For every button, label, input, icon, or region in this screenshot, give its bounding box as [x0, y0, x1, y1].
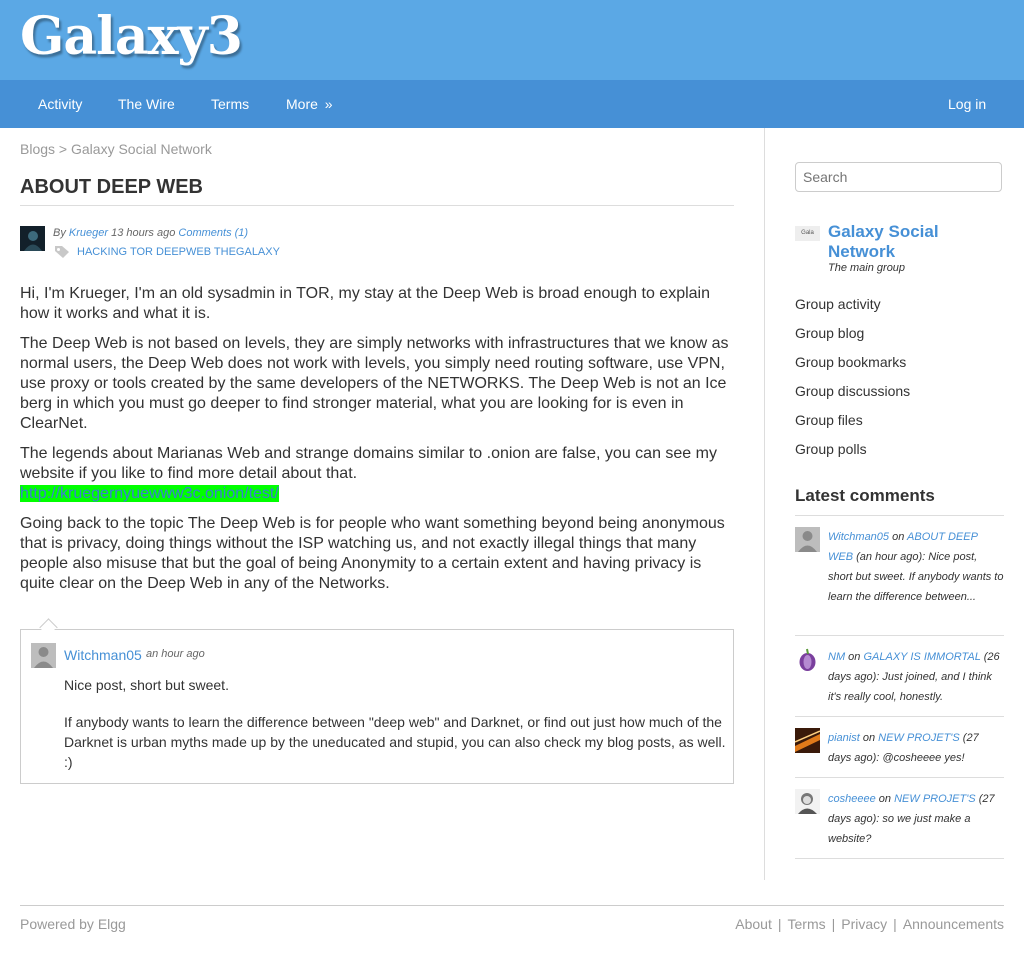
post-author-link[interactable]: Krueger: [69, 227, 108, 239]
post-body: Hi, I'm Krueger, I'm an old sysadmin in …: [20, 284, 734, 604]
breadcrumb: Blogs > Galaxy Social Network: [20, 141, 212, 157]
tag-icon: [55, 246, 69, 258]
latest-comment-text: (an hour ago): Nice post, short but swee…: [828, 551, 1004, 603]
footer-announcements-link[interactable]: Announcements: [903, 916, 1004, 932]
group-polls-link[interactable]: Group polls: [795, 441, 867, 457]
latest-on: on: [878, 793, 892, 805]
latest-divider: [795, 777, 1004, 778]
latest-avatar[interactable]: [794, 728, 821, 753]
group-discussions-link[interactable]: Group discussions: [795, 383, 910, 399]
nav-activity[interactable]: Activity: [38, 96, 82, 112]
comment-time: an hour ago: [146, 648, 205, 660]
comment-author-link[interactable]: Witchman05: [64, 647, 142, 663]
latest-comment-item: pianist on NEW PROJET'S (27 days ago): @…: [828, 728, 1004, 768]
latest-user-link[interactable]: Witchman05: [828, 531, 889, 543]
chevron-right-icon: »: [324, 96, 333, 112]
site-logo[interactable]: Galaxy3: [20, 6, 243, 67]
post-tags[interactable]: HACKING TOR DEEPWEB THEGALAXY: [77, 246, 280, 258]
latest-target-link[interactable]: GALAXY IS IMMORTAL: [863, 651, 980, 663]
login-link[interactable]: Log in: [948, 96, 986, 112]
post-comments-link[interactable]: Comments (1): [178, 227, 248, 239]
latest-comment-item: Witchman05 on ABOUT DEEP WEB (an hour ag…: [828, 527, 1004, 607]
post-byline: By Krueger 13 hours ago Comments (1): [53, 227, 248, 239]
post-time: 13 hours ago: [111, 227, 176, 239]
cosheeee-avatar-image: [795, 789, 820, 814]
comment-text: If anybody wants to learn the difference…: [64, 714, 726, 770]
latest-on: on: [892, 531, 905, 543]
group-subtitle: The main group: [828, 262, 906, 274]
nav-terms[interactable]: Terms: [211, 96, 249, 112]
footer-about-link[interactable]: About: [735, 916, 772, 932]
post-paragraph: Hi, I'm Krueger, I'm an old sysadmin in …: [20, 285, 711, 322]
footer-separator: |: [831, 916, 836, 932]
author-avatar-image: [20, 226, 45, 251]
footer-links: About | Terms | Privacy | Announcements: [735, 916, 1004, 932]
tor-onion-icon: [795, 647, 820, 672]
latest-on: on: [862, 732, 876, 744]
latest-comment-item: NM on GALAXY IS IMMORTAL (26 days ago): …: [828, 647, 1004, 707]
post-title: ABOUT DEEP WEB: [20, 176, 203, 198]
latest-avatar[interactable]: [795, 789, 820, 814]
onion-link[interactable]: http://kruegernyuewww3c.onion/test/: [20, 485, 279, 502]
latest-divider: [795, 635, 1004, 636]
latest-avatar[interactable]: [795, 527, 820, 552]
breadcrumb-blogs[interactable]: Blogs: [20, 141, 55, 157]
footer-terms-link[interactable]: Terms: [788, 916, 826, 932]
latest-divider: [795, 515, 1004, 516]
byline-by: By: [53, 227, 66, 239]
nav-the-wire[interactable]: The Wire: [118, 96, 175, 112]
latest-user-link[interactable]: pianist: [828, 732, 860, 744]
site-header: Galaxy3: [0, 0, 1024, 80]
post-paragraph: Going back to the topic The Deep Web is …: [20, 515, 725, 592]
post-paragraph-text: The legends about Marianas Web and stran…: [20, 445, 717, 482]
group-files-link[interactable]: Group files: [795, 412, 863, 428]
group-name-link[interactable]: Galaxy Social Network: [828, 222, 1004, 262]
pianist-avatar-image: [794, 728, 821, 753]
main-nav: Activity The Wire Terms More » Log in: [0, 80, 1024, 128]
comment-avatar[interactable]: [31, 643, 56, 668]
latest-divider: [795, 716, 1004, 717]
post-paragraph: The Deep Web is not based on levels, the…: [20, 335, 729, 432]
author-avatar[interactable]: [20, 226, 45, 251]
group-blog-link[interactable]: Group blog: [795, 325, 864, 341]
latest-comment-item: cosheeee on NEW PROJET'S (27 days ago): …: [828, 789, 1004, 849]
default-avatar-icon: [795, 527, 820, 552]
post-paragraph: The legends about Marianas Web and stran…: [20, 444, 734, 504]
default-avatar-icon: [31, 643, 56, 668]
footer-separator: |: [893, 916, 897, 932]
footer-privacy-link[interactable]: Privacy: [841, 916, 887, 932]
latest-avatar[interactable]: [795, 647, 820, 672]
latest-user-link[interactable]: cosheeee: [828, 793, 876, 805]
powered-by-link[interactable]: Powered by Elgg: [20, 916, 126, 932]
latest-on: on: [848, 651, 861, 663]
latest-divider: [795, 858, 1004, 859]
latest-target-link[interactable]: NEW PROJET'S: [894, 793, 976, 805]
column-divider: [764, 128, 765, 880]
nav-more-label: More: [286, 96, 318, 112]
latest-user-link[interactable]: NM: [828, 651, 845, 663]
nav-more[interactable]: More »: [286, 96, 333, 112]
group-activity-link[interactable]: Group activity: [795, 296, 881, 312]
footer-divider: [20, 905, 1004, 906]
breadcrumb-current: Galaxy Social Network: [71, 141, 212, 157]
latest-target-link[interactable]: NEW PROJET'S: [878, 732, 960, 744]
group-icon[interactable]: Gala: [795, 226, 820, 241]
group-bookmarks-link[interactable]: Group bookmarks: [795, 354, 906, 370]
comment-text: Nice post, short but sweet.: [64, 677, 229, 693]
breadcrumb-separator: >: [58, 141, 68, 157]
latest-comments-heading: Latest comments: [795, 486, 935, 505]
search-input[interactable]: [795, 162, 1002, 192]
footer-separator: |: [777, 916, 782, 932]
title-divider: [20, 205, 734, 206]
